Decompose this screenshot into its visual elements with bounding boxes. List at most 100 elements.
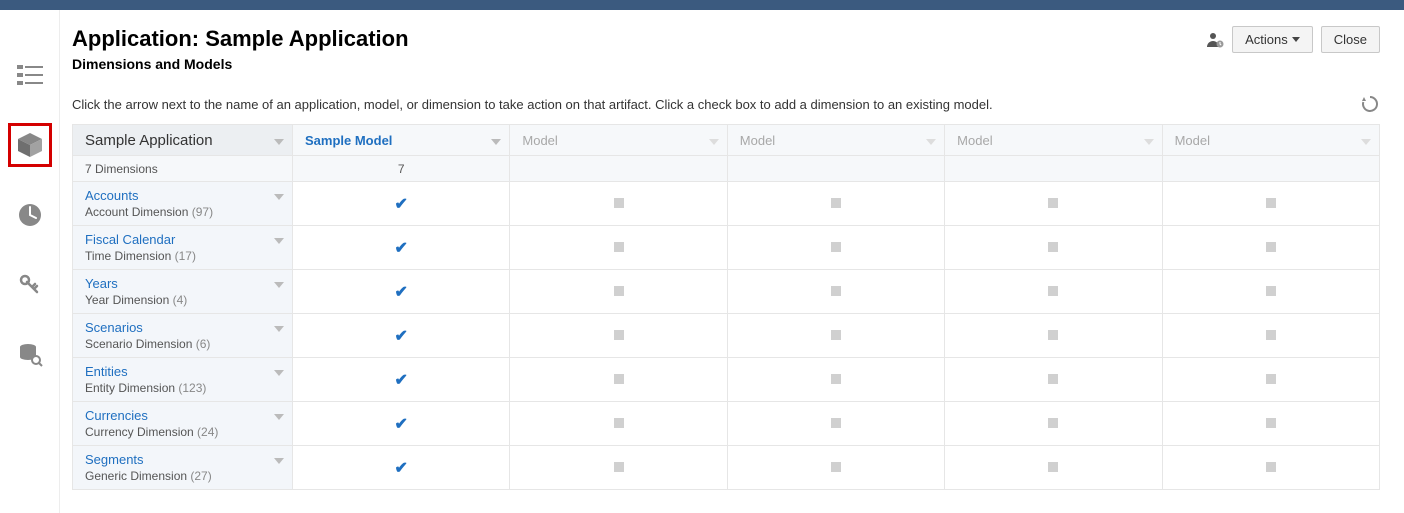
column-header-model-5: Model [1162, 125, 1379, 156]
nav-keys-icon[interactable] [10, 265, 50, 305]
nav-list-icon[interactable] [10, 55, 50, 95]
add-dimension-checkbox[interactable] [1162, 402, 1379, 446]
add-dimension-checkbox[interactable] [945, 270, 1162, 314]
add-dimension-checkbox[interactable] [727, 270, 944, 314]
add-dimension-checkbox[interactable] [1162, 314, 1379, 358]
sample-model-label[interactable]: Sample Model [305, 133, 392, 148]
add-dimension-checkbox[interactable] [510, 182, 727, 226]
add-dimension-checkbox[interactable] [945, 182, 1162, 226]
checkbox-icon [1266, 418, 1276, 428]
dimension-name-cell: CurrenciesCurrency Dimension (24) [73, 402, 293, 446]
dimension-name-cell: YearsYear Dimension (4) [73, 270, 293, 314]
add-dimension-checkbox[interactable] [1162, 270, 1379, 314]
add-dimension-checkbox[interactable] [727, 226, 944, 270]
nav-db-search-icon[interactable] [10, 335, 50, 375]
dimensions-table: Sample Application Sample Model [72, 124, 1380, 490]
dimension-in-model-check[interactable]: ✔ [293, 402, 510, 446]
dimension-in-model-check[interactable]: ✔ [293, 358, 510, 402]
dimension-name-cell: AccountsAccount Dimension (97) [73, 182, 293, 226]
summary-row: 7 Dimensions 7 [73, 156, 1380, 182]
dimension-menu[interactable] [274, 452, 284, 467]
dimension-menu[interactable] [274, 320, 284, 335]
dimension-menu[interactable] [274, 188, 284, 203]
add-dimension-checkbox[interactable] [1162, 226, 1379, 270]
app-column-menu[interactable] [274, 133, 284, 148]
add-dimension-checkbox[interactable] [727, 446, 944, 490]
table-row: AccountsAccount Dimension (97)✔ [73, 182, 1380, 226]
dimension-type: Time Dimension [85, 249, 171, 263]
main-content: Application: Sample Application Dimensio… [60, 10, 1404, 513]
add-dimension-checkbox[interactable] [727, 182, 944, 226]
dimension-link[interactable]: Currencies [85, 408, 148, 423]
dimension-name-cell: Fiscal CalendarTime Dimension (17) [73, 226, 293, 270]
model-column-menu[interactable] [1144, 133, 1154, 148]
add-dimension-checkbox[interactable] [727, 402, 944, 446]
dimension-type: Entity Dimension [85, 381, 175, 395]
table-row: EntitiesEntity Dimension (123)✔ [73, 358, 1380, 402]
model-column-menu[interactable] [1361, 133, 1371, 148]
dimension-in-model-check[interactable]: ✔ [293, 314, 510, 358]
add-dimension-checkbox[interactable] [1162, 446, 1379, 490]
dimension-in-model-check[interactable]: ✔ [293, 182, 510, 226]
add-dimension-checkbox[interactable] [945, 446, 1162, 490]
table-row: ScenariosScenario Dimension (6)✔ [73, 314, 1380, 358]
add-dimension-checkbox[interactable] [1162, 182, 1379, 226]
add-dimension-checkbox[interactable] [510, 226, 727, 270]
dimension-type: Account Dimension [85, 205, 188, 219]
check-icon: ✔ [394, 328, 407, 345]
checkbox-icon [1048, 198, 1058, 208]
check-icon: ✔ [394, 372, 407, 389]
dimension-link[interactable]: Years [85, 276, 118, 291]
checkbox-icon [1266, 286, 1276, 296]
dimension-menu[interactable] [274, 232, 284, 247]
add-dimension-checkbox[interactable] [945, 358, 1162, 402]
refresh-icon[interactable] [1360, 94, 1380, 114]
column-header-model-2: Model [510, 125, 727, 156]
add-dimension-checkbox[interactable] [945, 226, 1162, 270]
nav-clock-icon[interactable] [10, 195, 50, 235]
model-column-menu[interactable] [491, 133, 501, 148]
dimension-count: (6) [196, 337, 211, 351]
close-button[interactable]: Close [1321, 26, 1380, 53]
check-icon: ✔ [394, 416, 407, 433]
dimension-link[interactable]: Accounts [85, 188, 138, 203]
model-placeholder-label: Model [740, 133, 775, 148]
user-role-icon[interactable] [1206, 31, 1224, 49]
dimension-link[interactable]: Fiscal Calendar [85, 232, 175, 247]
dimension-in-model-check[interactable]: ✔ [293, 226, 510, 270]
add-dimension-checkbox[interactable] [510, 402, 727, 446]
dimension-link[interactable]: Entities [85, 364, 128, 379]
page-title: Application: Sample Application [72, 26, 409, 52]
model-column-menu[interactable] [709, 133, 719, 148]
model-placeholder-label: Model [957, 133, 992, 148]
table-row: YearsYear Dimension (4)✔ [73, 270, 1380, 314]
dimension-menu[interactable] [274, 408, 284, 423]
dimension-menu[interactable] [274, 276, 284, 291]
checkbox-icon [831, 242, 841, 252]
dimension-link[interactable]: Scenarios [85, 320, 143, 335]
add-dimension-checkbox[interactable] [727, 314, 944, 358]
dimension-link[interactable]: Segments [85, 452, 144, 467]
add-dimension-checkbox[interactable] [945, 402, 1162, 446]
add-dimension-checkbox[interactable] [1162, 358, 1379, 402]
add-dimension-checkbox[interactable] [727, 358, 944, 402]
actions-button[interactable]: Actions [1232, 26, 1313, 53]
add-dimension-checkbox[interactable] [510, 446, 727, 490]
nav-cube-icon[interactable] [10, 125, 50, 165]
model-column-menu[interactable] [926, 133, 936, 148]
add-dimension-checkbox[interactable] [510, 314, 727, 358]
dimension-in-model-check[interactable]: ✔ [293, 446, 510, 490]
checkbox-icon [1048, 374, 1058, 384]
summary-active-count: 7 [293, 156, 510, 182]
check-icon: ✔ [394, 240, 407, 257]
checkbox-icon [831, 286, 841, 296]
checkbox-icon [1048, 330, 1058, 340]
dimension-menu[interactable] [274, 364, 284, 379]
add-dimension-checkbox[interactable] [510, 270, 727, 314]
check-icon: ✔ [394, 460, 407, 477]
add-dimension-checkbox[interactable] [510, 358, 727, 402]
dimension-in-model-check[interactable]: ✔ [293, 270, 510, 314]
checkbox-icon [1048, 418, 1058, 428]
app-column-label: Sample Application [85, 132, 213, 149]
add-dimension-checkbox[interactable] [945, 314, 1162, 358]
